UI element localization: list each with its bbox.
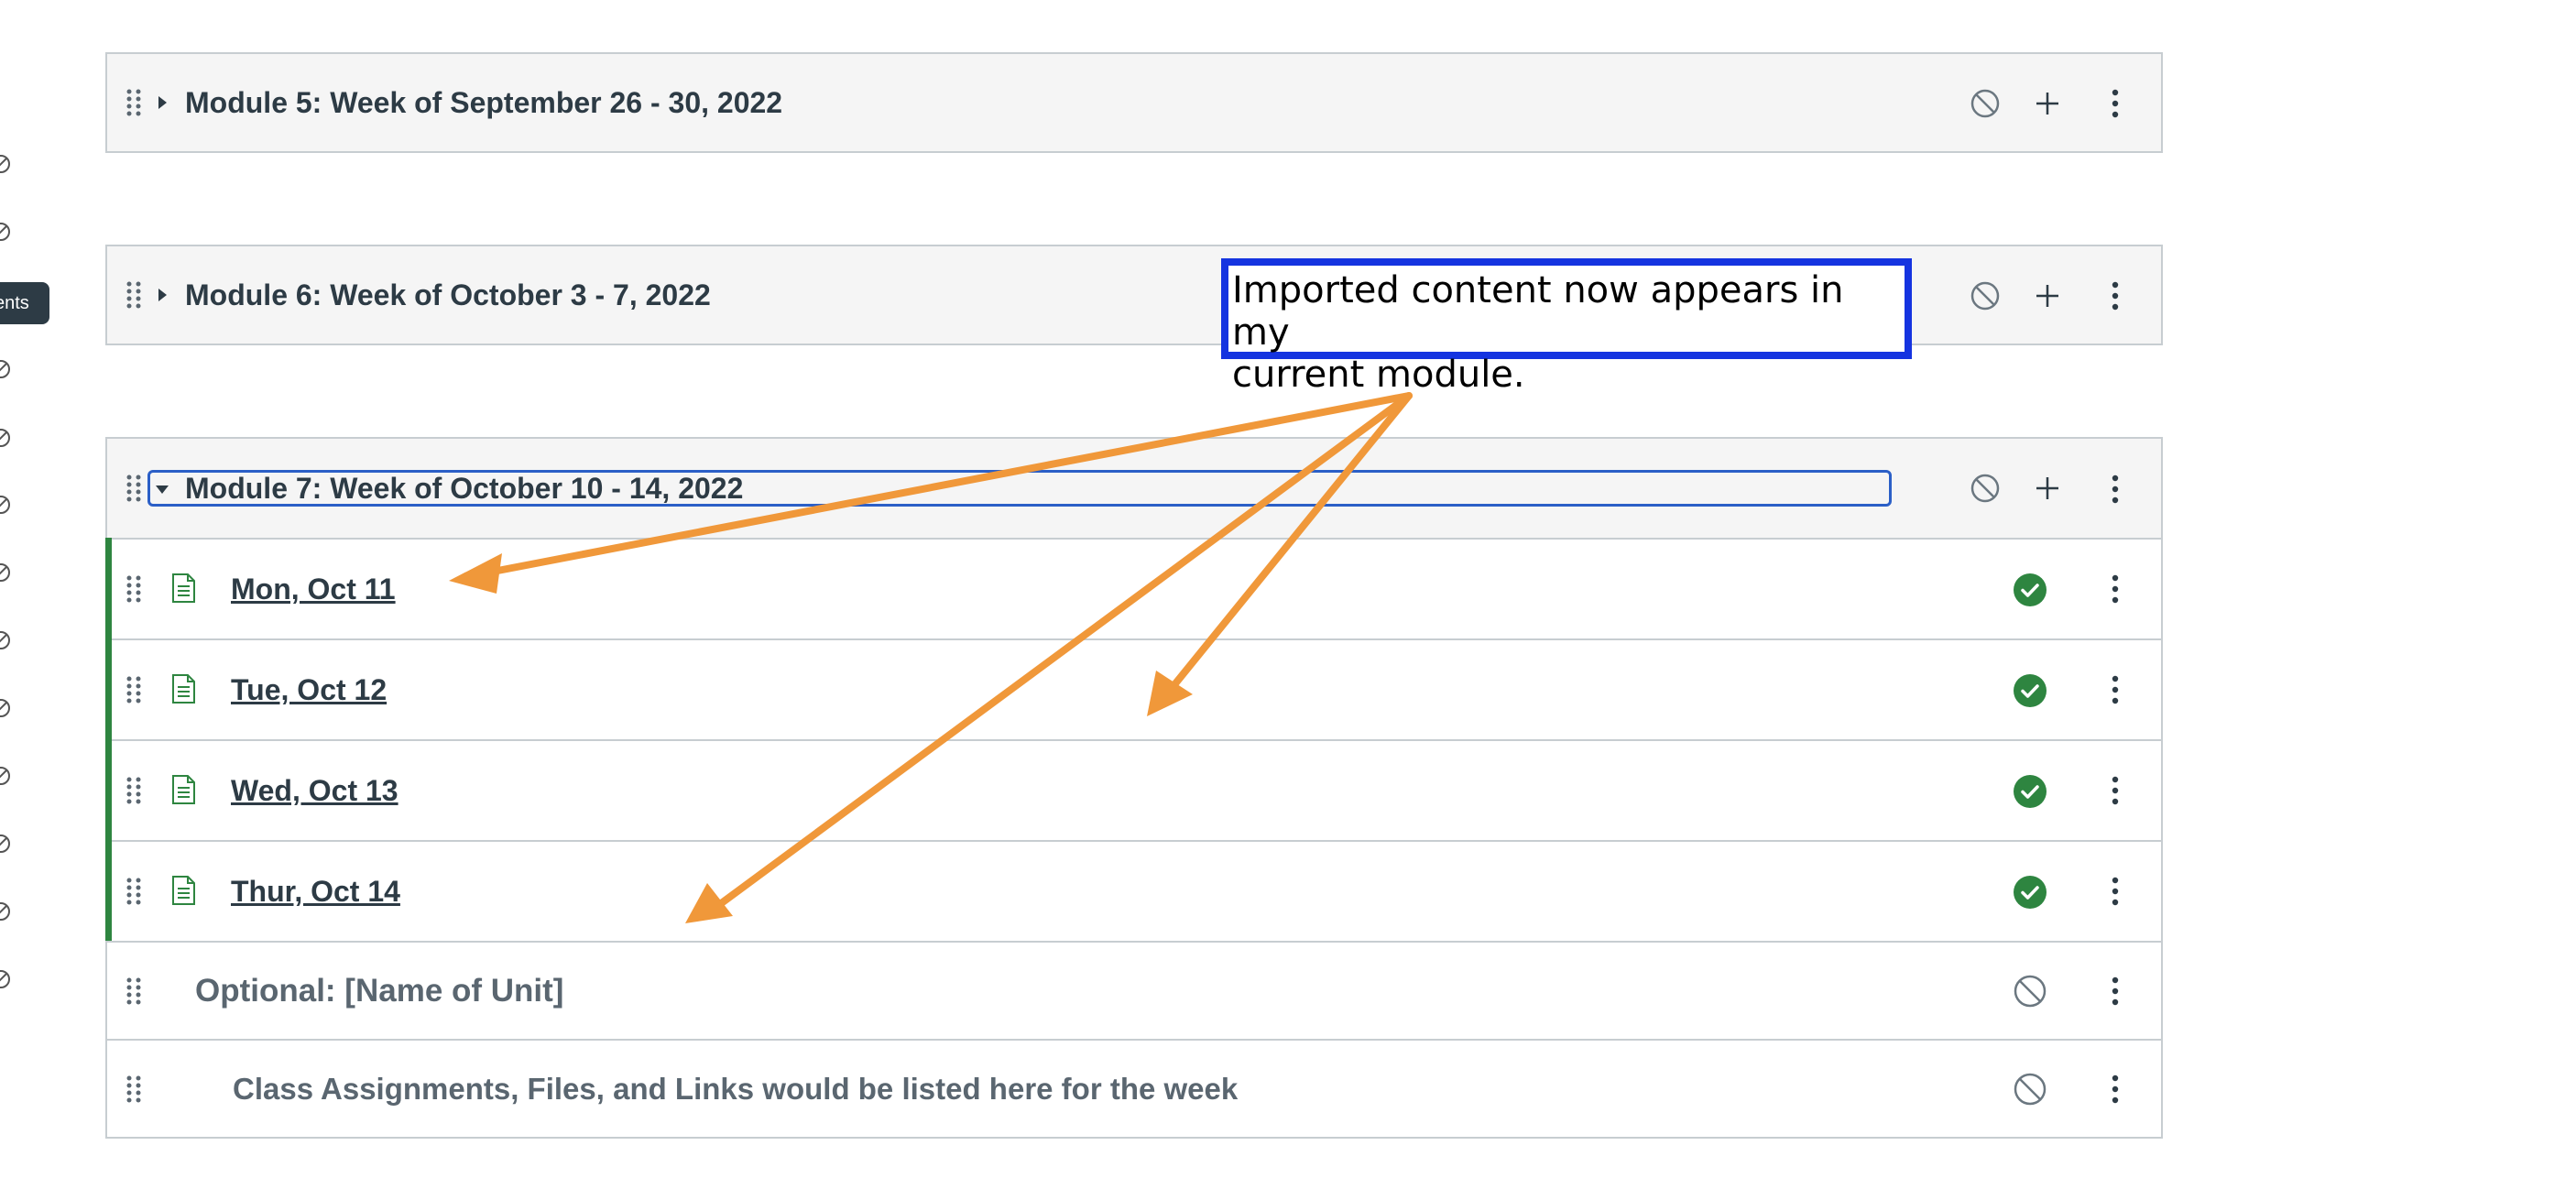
unpublished-icon[interactable] [0,428,11,448]
unpublished-icon[interactable] [0,154,11,174]
unpublished-icon[interactable] [1969,279,2002,312]
subheader-title: Class Assignments, Files, and Links woul… [233,1072,1239,1106]
module-7: Module 7: Week of October 10 - 14, 2022 … [105,437,2163,1139]
expand-caret-icon[interactable] [158,289,167,301]
drag-handle-icon[interactable] [126,280,142,310]
module-header[interactable]: Module 7: Week of October 10 - 14, 2022 [107,439,2161,538]
module-subheader: Optional: [Name of Unit] [107,941,2161,1039]
sidebar-tooltip: ents [0,282,49,324]
unpublished-icon[interactable] [0,969,11,989]
unpublished-icon[interactable] [0,698,11,718]
kebab-icon[interactable] [2110,88,2121,119]
drag-handle-icon[interactable] [126,776,142,805]
annotation-callout: Imported content now appears in my curre… [1221,258,1912,396]
module-title[interactable]: Module 5: Week of September 26 - 30, 202… [185,54,782,151]
expand-caret-icon[interactable] [158,96,167,109]
unpublished-icon[interactable] [0,630,11,650]
module-item: Tue, Oct 12 [105,638,2161,739]
item-link[interactable]: Wed, Oct 13 [231,741,398,840]
page-icon [172,674,195,704]
drag-handle-icon[interactable] [126,88,142,117]
published-check-icon[interactable] [2013,673,2047,708]
module-subheader: Class Assignments, Files, and Links woul… [107,1039,2161,1137]
item-link[interactable]: Tue, Oct 12 [231,640,387,739]
published-check-icon[interactable] [2013,875,2047,910]
unpublished-icon[interactable] [0,562,11,583]
kebab-icon[interactable] [2110,1074,2121,1105]
module-header[interactable]: Module 5: Week of September 26 - 30, 202… [107,54,2161,151]
drag-handle-icon[interactable] [126,1075,142,1104]
module-title[interactable]: Module 7: Week of October 10 - 14, 2022 [185,439,743,538]
drag-handle-icon[interactable] [126,675,142,704]
module-5: Module 5: Week of September 26 - 30, 202… [105,52,2163,153]
kebab-icon[interactable] [2110,474,2121,505]
unpublished-icon[interactable] [0,495,11,515]
page-icon [172,876,195,905]
published-check-icon[interactable] [2013,774,2047,809]
kebab-icon[interactable] [2110,976,2121,1007]
unpublished-icon[interactable] [1969,472,2002,505]
module-title[interactable]: Module 6: Week of October 3 - 7, 2022 [185,246,711,344]
published-check-icon[interactable] [2013,573,2047,607]
unpublished-icon[interactable] [0,834,11,854]
unpublished-icon[interactable] [1969,87,2002,120]
subheader-title: Optional: [Name of Unit] [195,973,564,1009]
page-icon [172,573,195,603]
drag-handle-icon[interactable] [126,976,142,1006]
drag-handle-icon[interactable] [126,574,142,604]
plus-icon[interactable] [2031,87,2064,120]
unpublished-icon[interactable] [2013,974,2047,1009]
module-item: Thur, Oct 14 [105,840,2161,941]
drag-handle-icon[interactable] [126,877,142,906]
unpublished-icon[interactable] [0,222,11,242]
unpublished-icon[interactable] [0,359,11,379]
plus-icon[interactable] [2031,279,2064,312]
module-item: Mon, Oct 11 [105,538,2161,638]
collapse-caret-icon[interactable] [156,485,169,494]
drag-handle-icon[interactable] [126,474,142,503]
annotation-line: Imported content now appears in my [1232,269,1844,354]
module-item: Wed, Oct 13 [105,739,2161,840]
annotation-line: current module. [1232,354,1525,396]
page-icon [172,775,195,804]
unpublished-icon[interactable] [0,901,11,922]
unpublished-icon[interactable] [0,766,11,786]
item-link[interactable]: Thur, Oct 14 [231,842,400,941]
kebab-icon[interactable] [2110,573,2121,605]
kebab-icon[interactable] [2110,876,2121,907]
kebab-icon[interactable] [2110,674,2121,705]
item-link[interactable]: Mon, Oct 11 [231,540,396,638]
unpublished-icon[interactable] [2013,1072,2047,1107]
kebab-icon[interactable] [2110,280,2121,311]
plus-icon[interactable] [2031,472,2064,505]
kebab-icon[interactable] [2110,775,2121,806]
